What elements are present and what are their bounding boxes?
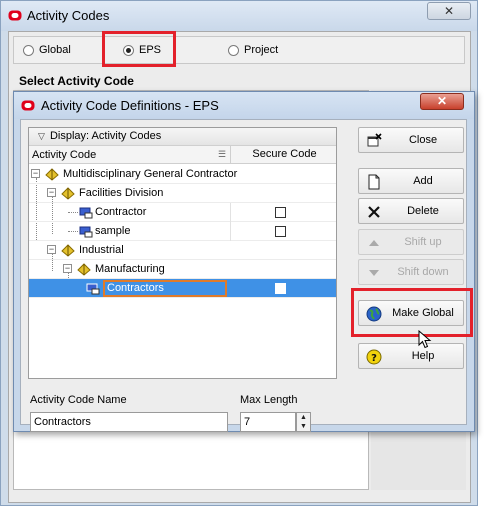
make-global-highlight-box: [351, 288, 473, 337]
secure-code-checkbox[interactable]: [275, 207, 286, 218]
tree-connector: [68, 212, 78, 213]
tree-item-label: Contractor: [95, 206, 147, 218]
window-close-button[interactable]: ✕: [427, 2, 471, 20]
add-button[interactable]: Add: [358, 168, 464, 194]
tree-item-label: Manufacturing: [95, 263, 165, 275]
folder-diamond-icon: [45, 168, 59, 181]
max-length-input[interactable]: 7: [240, 412, 296, 432]
tree-item-label: Multidisciplinary General Contractor: [63, 168, 238, 180]
tree-connector: [68, 231, 78, 232]
radio-circle-icon: [23, 44, 34, 56]
tree-item-label: Industrial: [79, 244, 124, 256]
shift-up-button[interactable]: Shift up: [358, 229, 464, 255]
close-window-icon: [367, 133, 382, 147]
column-header-secure-code[interactable]: Secure Code: [230, 146, 338, 164]
tree-item-label: Facilities Division: [79, 187, 164, 199]
activity-codes-titlebar: Activity Codes ✕: [1, 1, 477, 31]
folder-diamond-icon: [77, 263, 91, 276]
scope-project-radio[interactable]: Project: [228, 44, 278, 56]
folder-diamond-icon: [61, 244, 75, 257]
activity-code-value-icon: [79, 207, 93, 219]
eps-highlight-box: [102, 31, 176, 67]
select-activity-code-label: Select Activity Code: [19, 74, 134, 88]
collapse-icon[interactable]: −: [47, 188, 56, 197]
scope-radio-group: Global EPS Project: [13, 36, 465, 64]
secure-code-checkbox[interactable]: [275, 283, 286, 294]
help-icon: ?: [366, 349, 382, 365]
activity-code-name-label: Activity Code Name: [30, 394, 127, 406]
column-divider: [230, 222, 231, 241]
arrow-down-icon: [369, 270, 379, 276]
tree-row-selected[interactable]: Contractors: [29, 279, 336, 298]
tree-item-label: sample: [95, 225, 131, 237]
close-button[interactable]: Close: [358, 127, 464, 153]
tree-row[interactable]: − Multidisciplinary General Contractor: [29, 165, 336, 184]
shift-down-button[interactable]: Shift down: [358, 259, 464, 285]
arrow-up-icon: [369, 240, 379, 246]
oracle-logo-icon: [21, 100, 35, 111]
column-options-icon[interactable]: ☰: [218, 149, 226, 160]
oracle-logo-icon: [8, 10, 22, 21]
tree-header: Activity Code ☰ Secure Code: [29, 146, 336, 164]
spin-down-icon[interactable]: ▼: [297, 422, 310, 431]
new-document-icon: [368, 174, 380, 190]
collapse-icon[interactable]: −: [47, 245, 56, 254]
activity-code-value-icon: [86, 283, 100, 295]
tree-row[interactable]: − Facilities Division: [29, 184, 336, 203]
tree-row[interactable]: − Industrial: [29, 241, 336, 260]
activity-code-value-icon: [79, 226, 93, 238]
activity-codes-title: Activity Codes: [27, 8, 110, 23]
secure-code-checkbox[interactable]: [275, 226, 286, 237]
display-options-bar[interactable]: ▽ Display: Activity Codes: [29, 128, 336, 146]
max-length-label: Max Length: [240, 394, 298, 406]
radio-circle-icon: [228, 44, 239, 56]
tree-item-label: Contractors: [107, 282, 164, 294]
column-divider: [230, 203, 231, 222]
scope-global-radio[interactable]: Global: [23, 44, 71, 56]
column-header-activity-code[interactable]: Activity Code: [32, 149, 96, 161]
activity-code-tree: ▽ Display: Activity Codes Activity Code …: [28, 127, 337, 379]
svg-text:?: ?: [371, 353, 377, 364]
dialog-title: Activity Code Definitions - EPS: [41, 98, 219, 113]
chevron-down-icon: ▽: [38, 131, 45, 141]
code-detail-fields: Activity Code Name Contractors Max Lengt…: [28, 390, 337, 444]
folder-diamond-icon: [61, 187, 75, 200]
tree-row[interactable]: − Manufacturing: [29, 260, 336, 279]
help-button[interactable]: ? Help: [358, 343, 464, 369]
collapse-icon[interactable]: −: [63, 264, 72, 273]
tree-rows: − Multidisciplinary General Contractor −…: [29, 165, 336, 298]
max-length-stepper[interactable]: ▲ ▼: [296, 412, 311, 432]
delete-x-icon: [368, 206, 380, 218]
mouse-pointer-icon: [418, 330, 432, 349]
delete-button[interactable]: Delete: [358, 198, 464, 224]
spin-up-icon[interactable]: ▲: [297, 413, 310, 422]
dialog-close-button[interactable]: ✕: [420, 93, 464, 110]
tree-row[interactable]: sample: [29, 222, 336, 241]
dialog-titlebar: Activity Code Definitions - EPS ✕: [14, 92, 474, 119]
tree-row[interactable]: Contractor: [29, 203, 336, 222]
dialog-body: ▽ Display: Activity Codes Activity Code …: [20, 119, 473, 432]
activity-code-name-input[interactable]: Contractors: [30, 412, 228, 432]
collapse-icon[interactable]: −: [31, 169, 40, 178]
activity-code-definitions-dialog: Activity Code Definitions - EPS ✕ ▽ Disp…: [13, 91, 475, 432]
